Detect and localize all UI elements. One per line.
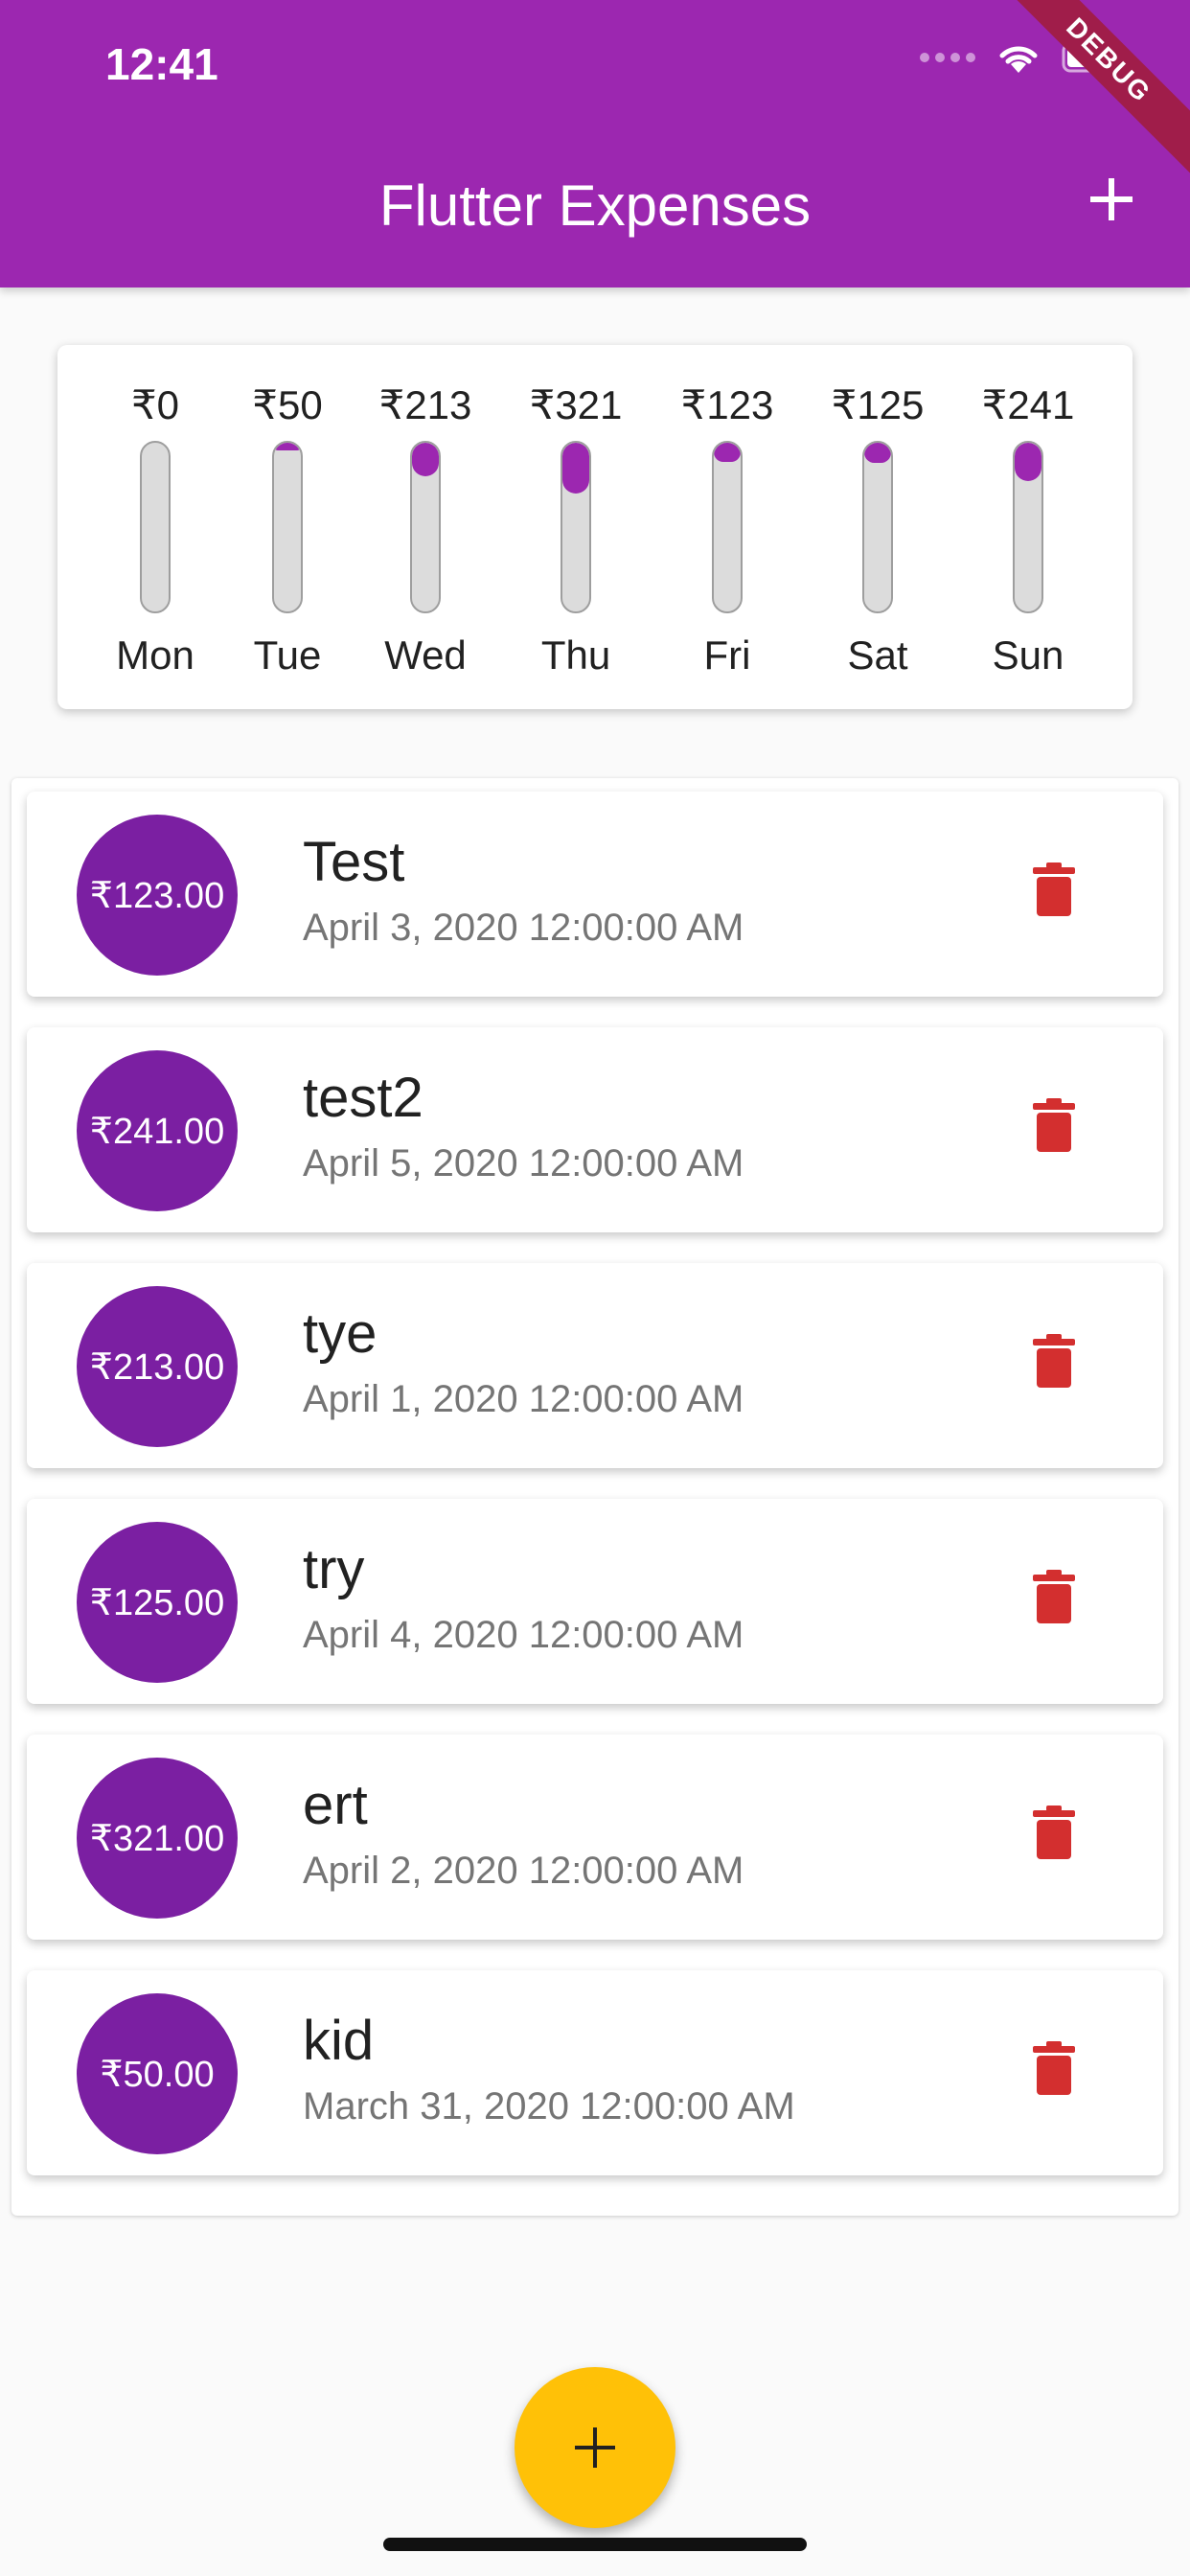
trash-icon bbox=[1033, 1334, 1075, 1388]
status-time: 12:41 bbox=[105, 39, 218, 89]
delete-button[interactable] bbox=[1033, 1098, 1090, 1160]
app-bar: 12:41 Flutter Expenses bbox=[0, 0, 1190, 288]
bar-amount: ₹50 bbox=[252, 382, 323, 427]
chart-bar-fri: ₹123 Fri bbox=[655, 345, 799, 709]
transaction-title: ert bbox=[303, 1774, 368, 1836]
bar-amount: ₹123 bbox=[680, 382, 774, 427]
chart-bar-tue: ₹50 Tue bbox=[216, 345, 359, 709]
bar-track bbox=[712, 441, 743, 613]
transaction-card: ₹321.00 ert April 2, 2020 12:00:00 AM bbox=[27, 1735, 1163, 1940]
delete-button[interactable] bbox=[1033, 1334, 1090, 1395]
bar-track bbox=[140, 441, 171, 613]
weekly-chart: ₹0 Mon ₹50 Tue ₹213 Wed ₹321 Thu ₹123 Fri ₹125 Sat ₹… bbox=[57, 345, 1133, 709]
transaction-card: ₹123.00 Test April 3, 2020 12:00:00 AM bbox=[27, 792, 1163, 997]
transaction-date: April 1, 2020 12:00:00 AM bbox=[303, 1378, 744, 1420]
transaction-title: tye bbox=[303, 1302, 378, 1365]
trash-icon bbox=[1033, 2041, 1075, 2095]
bar-fill bbox=[412, 443, 439, 476]
home-indicator bbox=[383, 2538, 807, 2551]
bar-day-label: Tue bbox=[253, 632, 322, 678]
bar-day-label: Sat bbox=[847, 632, 908, 678]
trash-icon bbox=[1033, 1570, 1075, 1623]
bar-day-label: Mon bbox=[116, 632, 195, 678]
bar-amount: ₹0 bbox=[130, 382, 180, 427]
bar-fill bbox=[864, 443, 891, 463]
chart-bar-sun: ₹241 Sun bbox=[956, 345, 1100, 709]
bar-day-label: Fri bbox=[703, 632, 751, 678]
plus-icon bbox=[1090, 178, 1133, 220]
transaction-date: April 3, 2020 12:00:00 AM bbox=[303, 907, 744, 949]
chart-bar-sat: ₹125 Sat bbox=[806, 345, 950, 709]
bar-fill bbox=[1015, 443, 1041, 481]
add-transaction-fab[interactable] bbox=[515, 2367, 675, 2528]
bar-amount: ₹241 bbox=[981, 382, 1075, 427]
delete-button[interactable] bbox=[1033, 862, 1090, 924]
amount-avatar: ₹241.00 bbox=[77, 1050, 238, 1211]
delete-button[interactable] bbox=[1033, 1570, 1090, 1631]
transaction-title: kid bbox=[303, 2010, 375, 2072]
amount-avatar: ₹50.00 bbox=[77, 1993, 238, 2154]
chart-bar-wed: ₹213 Wed bbox=[354, 345, 497, 709]
transaction-date: April 4, 2020 12:00:00 AM bbox=[303, 1614, 744, 1656]
trash-icon bbox=[1033, 1098, 1075, 1152]
bar-day-label: Thu bbox=[540, 632, 611, 678]
amount-avatar: ₹213.00 bbox=[77, 1286, 238, 1447]
wifi-icon bbox=[999, 46, 1038, 73]
add-transaction-button[interactable] bbox=[1075, 163, 1148, 236]
bar-track bbox=[862, 441, 893, 613]
bar-track bbox=[272, 441, 303, 613]
transaction-date: March 31, 2020 12:00:00 AM bbox=[303, 2085, 795, 2128]
bar-day-label: Sun bbox=[992, 632, 1064, 678]
signal-icon bbox=[920, 53, 975, 62]
transaction-card: ₹50.00 kid March 31, 2020 12:00:00 AM bbox=[27, 1970, 1163, 2175]
transaction-title: Test bbox=[303, 831, 405, 893]
bar-track bbox=[1013, 441, 1043, 613]
bar-track bbox=[410, 441, 441, 613]
transaction-title: try bbox=[303, 1538, 365, 1600]
transaction-date: April 5, 2020 12:00:00 AM bbox=[303, 1142, 744, 1184]
transaction-card: ₹125.00 try April 4, 2020 12:00:00 AM bbox=[27, 1499, 1163, 1704]
amount-avatar: ₹125.00 bbox=[77, 1522, 238, 1683]
trash-icon bbox=[1033, 1806, 1075, 1859]
plus-icon bbox=[575, 2427, 615, 2468]
delete-button[interactable] bbox=[1033, 2041, 1090, 2103]
transaction-list: ₹123.00 Test April 3, 2020 12:00:00 AM ₹241… bbox=[11, 778, 1179, 2216]
bar-fill bbox=[562, 443, 589, 494]
transaction-card: ₹241.00 test2 April 5, 2020 12:00:00 AM bbox=[27, 1027, 1163, 1232]
transaction-date: April 2, 2020 12:00:00 AM bbox=[303, 1850, 744, 1892]
chart-bar-mon: ₹0 Mon bbox=[83, 345, 227, 709]
transaction-card: ₹213.00 tye April 1, 2020 12:00:00 AM bbox=[27, 1263, 1163, 1468]
bar-fill bbox=[714, 443, 741, 462]
trash-icon bbox=[1033, 862, 1075, 916]
bar-fill bbox=[274, 443, 301, 450]
bar-amount: ₹321 bbox=[529, 382, 623, 427]
bar-track bbox=[561, 441, 591, 613]
delete-button[interactable] bbox=[1033, 1806, 1090, 1867]
amount-avatar: ₹123.00 bbox=[77, 815, 238, 976]
amount-avatar: ₹321.00 bbox=[77, 1758, 238, 1919]
bar-day-label: Wed bbox=[384, 632, 467, 678]
bar-amount: ₹213 bbox=[378, 382, 472, 427]
app-title: Flutter Expenses bbox=[378, 173, 812, 238]
transaction-title: test2 bbox=[303, 1067, 423, 1129]
chart-bar-thu: ₹321 Thu bbox=[504, 345, 648, 709]
bar-amount: ₹125 bbox=[831, 382, 925, 427]
